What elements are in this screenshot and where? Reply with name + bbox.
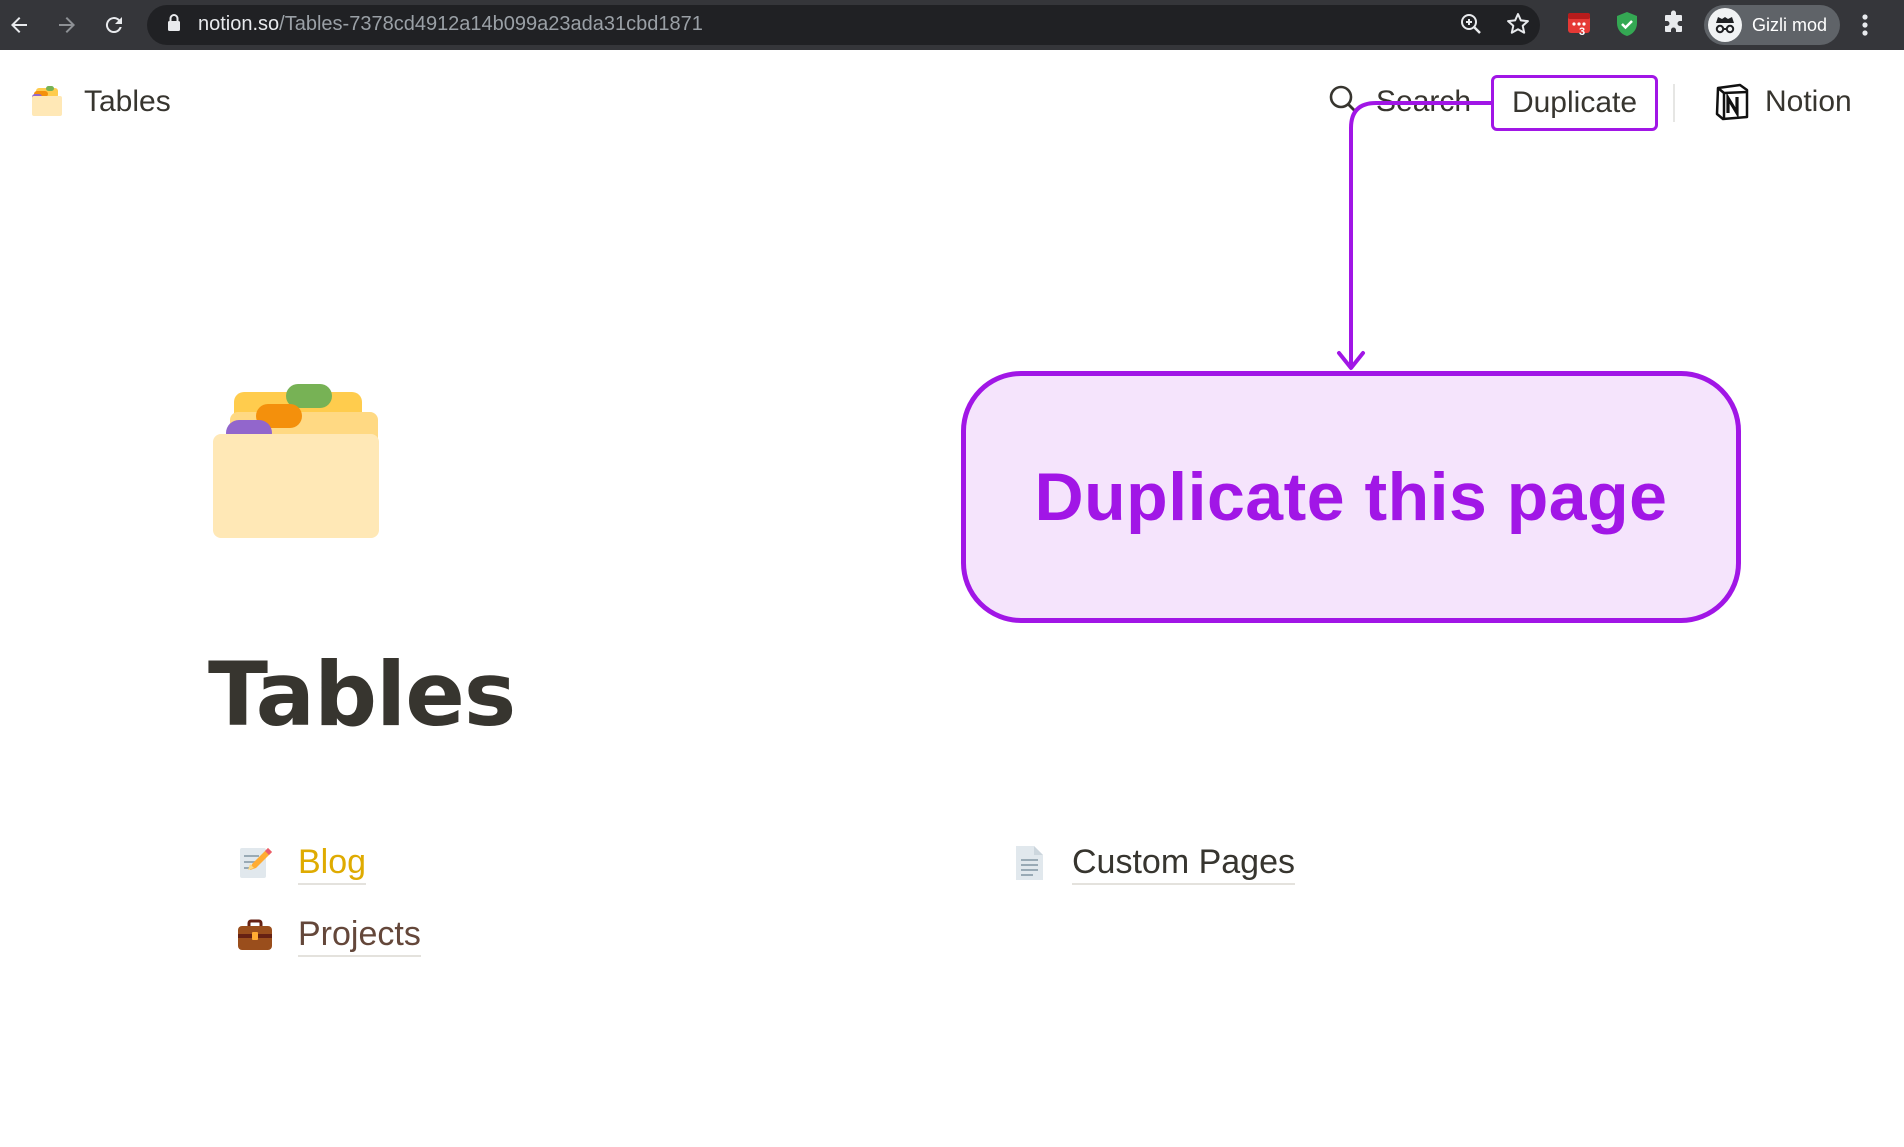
annotation-callout: Duplicate this page bbox=[961, 371, 1741, 623]
zoom-icon[interactable] bbox=[1458, 11, 1484, 37]
profile-label: Gizli mod bbox=[1752, 14, 1828, 35]
duplicate-button[interactable]: Duplicate bbox=[1491, 75, 1658, 131]
more-menu-icon[interactable] bbox=[1860, 10, 1870, 40]
url-host: notion.so bbox=[198, 13, 280, 35]
briefcase-icon bbox=[234, 914, 276, 956]
callout-text: Duplicate this page bbox=[1034, 459, 1668, 535]
shield-extension-icon[interactable] bbox=[1614, 10, 1640, 38]
search-button[interactable]: Search bbox=[1376, 84, 1471, 120]
search-icon[interactable] bbox=[1328, 84, 1360, 116]
incognito-profile-chip[interactable]: Gizli mod bbox=[1704, 5, 1840, 45]
notion-brand-link[interactable]: Notion bbox=[1765, 84, 1852, 120]
card-index-icon[interactable] bbox=[210, 382, 380, 542]
extensions-puzzle-icon[interactable] bbox=[1661, 10, 1687, 36]
notion-logo-icon[interactable] bbox=[1712, 82, 1752, 122]
url-text[interactable]: notion.so/Tables-7378cd4912a14b099a23ada… bbox=[198, 12, 703, 36]
url-path: /Tables-7378cd4912a14b099a23ada31cbd1871 bbox=[279, 13, 703, 35]
sub-page-blog[interactable]: Blog bbox=[234, 838, 367, 888]
sub-page-label: Custom Pages bbox=[1072, 842, 1295, 885]
incognito-icon bbox=[1708, 8, 1742, 42]
reload-icon bbox=[105, 17, 122, 34]
sub-page-label: Projects bbox=[298, 914, 421, 957]
breadcrumb-title[interactable]: Tables bbox=[84, 84, 171, 120]
browser-toolbar: notion.so/Tables-7378cd4912a14b099a23ada… bbox=[0, 0, 1904, 50]
lock-icon bbox=[168, 14, 180, 31]
page-title[interactable]: Tables bbox=[208, 645, 516, 745]
extension-badge: 3 bbox=[1579, 26, 1586, 38]
forward-button[interactable] bbox=[48, 6, 86, 44]
document-icon bbox=[1008, 842, 1050, 884]
bookmark-star-icon[interactable] bbox=[1505, 11, 1531, 37]
reload-button[interactable] bbox=[95, 6, 133, 44]
back-button[interactable] bbox=[0, 6, 38, 44]
topbar-divider bbox=[1673, 84, 1675, 122]
memo-icon bbox=[234, 842, 276, 884]
sub-page-projects[interactable]: Projects bbox=[234, 910, 421, 960]
sub-page-label: Blog bbox=[298, 842, 367, 885]
sub-page-custom-pages[interactable]: Custom Pages bbox=[1008, 838, 1295, 888]
card-index-icon bbox=[32, 86, 62, 116]
forward-arrow-icon bbox=[59, 17, 75, 33]
back-arrow-icon bbox=[11, 17, 27, 33]
